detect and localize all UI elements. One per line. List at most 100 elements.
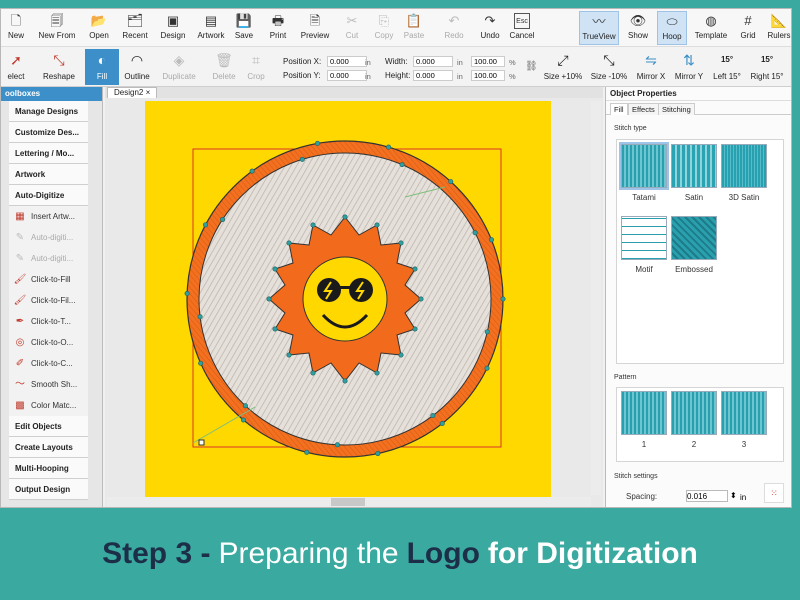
auto-digitize-tool[interactable]: 🖌 Click-to-Fill — [9, 269, 88, 290]
node-handle[interactable] — [386, 144, 392, 150]
node-handle[interactable] — [299, 156, 305, 162]
spacing-stepper[interactable]: ⬍ — [730, 491, 737, 500]
position-y-input[interactable] — [327, 70, 367, 81]
select-tool-button[interactable]: ➚ elect — [1, 49, 31, 85]
node-handle[interactable] — [310, 222, 316, 228]
height-input[interactable] — [413, 70, 453, 81]
node-handle[interactable] — [375, 451, 381, 457]
reshape-tool-button[interactable]: ⤡ Reshape — [39, 49, 79, 85]
delete-button[interactable]: 🗑 Delete — [207, 49, 241, 85]
toolbox-section[interactable]: Create Layouts — [9, 437, 88, 458]
toolbox-section[interactable]: Customize Des... — [9, 122, 88, 143]
node-handle[interactable] — [500, 296, 506, 302]
node-handle[interactable] — [439, 421, 445, 427]
node-handle[interactable] — [488, 237, 494, 243]
rotate-right-button[interactable]: 15° Right 15° — [747, 49, 787, 85]
auto-digitize-tool[interactable]: ▦ Insert Artw... — [9, 206, 88, 227]
node-handle[interactable] — [240, 417, 246, 423]
print-button[interactable]: 🖶 Print — [265, 11, 291, 45]
size-minus-button[interactable]: ⤡ Size -10% — [587, 49, 631, 85]
auto-digitize-tool[interactable]: 🖌 Click-to-Fil... — [9, 290, 88, 311]
lock-ratio-icon[interactable]: ⛓ — [525, 61, 538, 72]
corner-handle[interactable] — [198, 439, 205, 446]
toolbox-section[interactable]: Auto-Digitize — [9, 185, 88, 206]
height-percent-input[interactable] — [471, 70, 505, 81]
pattern-swatch[interactable] — [721, 391, 767, 435]
toolbox-section[interactable]: Edit Objects — [9, 416, 88, 437]
auto-digitize-tool[interactable]: ✐ Click-to-C... — [9, 353, 88, 374]
pattern-swatch[interactable] — [671, 391, 717, 435]
node-handle[interactable] — [242, 403, 248, 409]
width-percent-input[interactable] — [471, 56, 505, 67]
node-handle[interactable] — [184, 290, 190, 296]
node-handle[interactable] — [272, 266, 278, 272]
fill-tool-button[interactable]: ◐ Fill — [85, 49, 119, 85]
grid-button[interactable]: # Grid — [735, 11, 761, 45]
open-button[interactable]: 📂 Open — [85, 11, 113, 45]
duplicate-button[interactable]: ◈ Duplicate — [159, 49, 199, 85]
artwork-button[interactable]: ▤ Artwork — [193, 11, 229, 45]
auto-digitize-tool[interactable]: ▩ Color Matc... — [9, 395, 88, 416]
node-handle[interactable] — [412, 326, 418, 332]
mirror-y-button[interactable]: ⇅ Mirror Y — [671, 49, 707, 85]
recent-button[interactable]: 🗂 Recent — [115, 11, 155, 45]
tab-fill[interactable]: Fill — [610, 103, 628, 115]
node-handle[interactable] — [484, 329, 490, 335]
node-handle[interactable] — [286, 240, 292, 246]
node-handle[interactable] — [412, 266, 418, 272]
node-handle[interactable] — [374, 222, 380, 228]
node-handle[interactable] — [399, 162, 405, 168]
node-handle[interactable] — [374, 370, 380, 376]
copy-button[interactable]: ⎘ Copy — [371, 11, 397, 45]
horizontal-scrollbar[interactable] — [107, 497, 591, 507]
outline-tool-button[interactable]: ◠ Outline — [119, 49, 155, 85]
mirror-x-button[interactable]: ⇋ Mirror X — [633, 49, 669, 85]
stitch-type-swatch[interactable] — [671, 144, 717, 188]
node-handle[interactable] — [272, 326, 278, 332]
node-handle[interactable] — [448, 179, 454, 185]
node-handle[interactable] — [398, 240, 404, 246]
redo-button[interactable]: ↶ Redo — [439, 11, 469, 45]
node-handle[interactable] — [472, 230, 478, 236]
size-plus-button[interactable]: ⤢ Size +10% — [541, 49, 585, 85]
node-handle[interactable] — [304, 449, 310, 455]
vertical-scrollbar[interactable] — [591, 101, 601, 495]
template-button[interactable]: ◍ Template — [691, 11, 731, 45]
new-button[interactable]: 🗋 New — [1, 11, 31, 45]
node-handle[interactable] — [310, 370, 316, 376]
cut-button[interactable]: ✂ Cut — [339, 11, 365, 45]
tab-stitching[interactable]: Stitching — [658, 103, 695, 115]
toolbox-section[interactable]: Artwork — [9, 164, 88, 185]
rotate-left-button[interactable]: 15° Left 15° — [709, 49, 745, 85]
esc-button[interactable]: Esc Cancel — [507, 11, 537, 45]
auto-digitize-tool[interactable]: ✎ Auto-digiti... — [9, 248, 88, 269]
crop-button[interactable]: ⌗ Crop — [241, 49, 271, 85]
spacing-input[interactable] — [686, 490, 728, 502]
toolbox-section[interactable]: Manage Designs — [9, 101, 88, 122]
node-handle[interactable] — [398, 352, 404, 358]
node-handle[interactable] — [286, 352, 292, 358]
stitch-type-swatch[interactable] — [671, 216, 717, 260]
stitch-type-swatch[interactable] — [621, 216, 667, 260]
new-from-button[interactable]: 🗐 New From — [35, 11, 79, 45]
node-handle[interactable] — [342, 378, 348, 384]
save-button[interactable]: 💾 Save — [229, 11, 259, 45]
node-handle[interactable] — [484, 365, 490, 371]
node-handle[interactable] — [220, 216, 226, 222]
auto-digitize-tool[interactable]: 〜 Smooth Sh... — [9, 374, 88, 395]
undo-button[interactable]: ↷ Undo — [475, 11, 505, 45]
preview-button[interactable]: 🗎 Preview — [295, 11, 335, 45]
position-x-input[interactable] — [327, 56, 367, 67]
trueview-button[interactable]: 〰 TrueView — [579, 11, 619, 45]
horizontal-scroll-thumb[interactable] — [331, 498, 365, 506]
toolbox-section[interactable]: Multi-Hooping — [9, 458, 88, 479]
tab-effects[interactable]: Effects — [628, 103, 659, 115]
design-button[interactable]: ▣ Design — [157, 11, 189, 45]
rulers-button[interactable]: 📐 Rulers — [765, 11, 791, 45]
node-handle[interactable] — [418, 296, 424, 302]
auto-digitize-tool[interactable]: ✎ Auto-digiti... — [9, 227, 88, 248]
auto-digitize-tool[interactable]: ◎ Click-to-O... — [9, 332, 88, 353]
node-handle[interactable] — [198, 360, 204, 366]
toolbox-section[interactable]: Lettering / Mo... — [9, 143, 88, 164]
stitch-type-swatch[interactable] — [619, 142, 669, 190]
